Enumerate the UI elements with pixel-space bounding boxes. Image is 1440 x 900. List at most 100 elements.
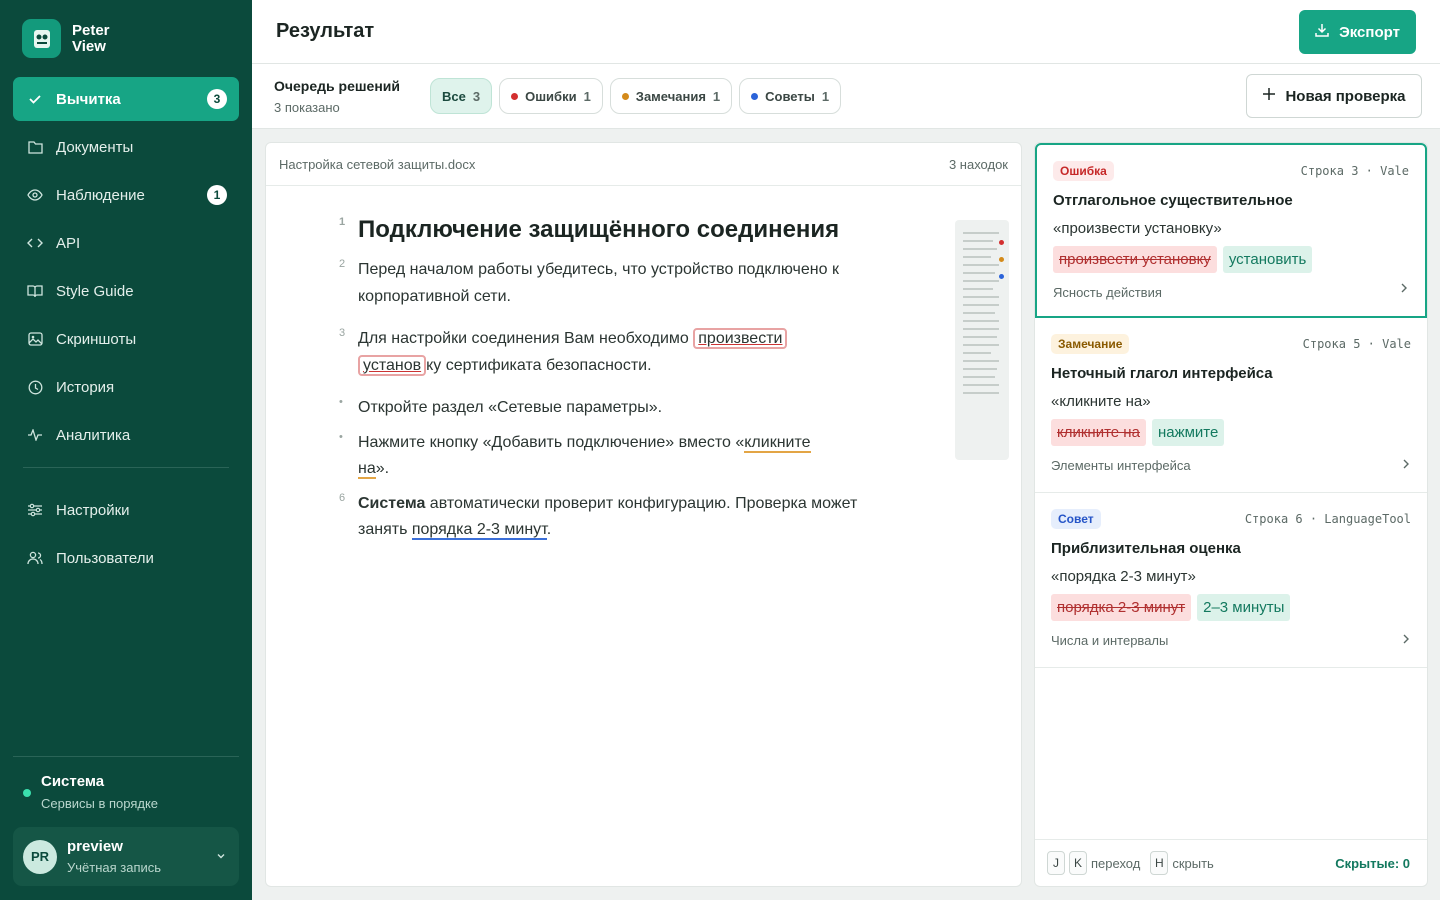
document-panel: Настройка сетевой защиты.docx 3 находок … (265, 142, 1022, 887)
system-status-text: Сервисы в порядке (41, 796, 159, 811)
line-number: 1 (339, 216, 346, 228)
minimap-line (963, 352, 991, 354)
minimap-line (963, 328, 999, 330)
queue-bar: Очередь решений 3 показано Все 3 Ошибки … (252, 64, 1440, 129)
chevron-down-icon (215, 849, 227, 867)
export-label: Экспорт (1339, 23, 1400, 41)
sidebar-item-users[interactable]: Пользователи (13, 536, 239, 580)
sidebar-item-history[interactable]: История (13, 365, 239, 409)
minimap-line (963, 280, 999, 282)
line-number: 6 (339, 491, 346, 504)
new-check-button[interactable]: Новая проверка (1246, 74, 1422, 118)
system-status: Система Сервисы в порядке (13, 756, 239, 811)
minimap-marker (999, 257, 1004, 262)
key-h: H (1150, 851, 1169, 875)
suggestion-row: кликните на нажмите (1051, 419, 1411, 446)
error-highlight[interactable]: установ (358, 354, 427, 376)
sidebar-item-proofreading[interactable]: Вычитка 3 (13, 77, 239, 121)
filter-all[interactable]: Все 3 (430, 78, 493, 114)
queue-count: 3 показано (274, 100, 340, 115)
chevron-right-icon[interactable] (1401, 632, 1411, 650)
severity-badge: Замечание (1051, 334, 1130, 354)
issue-card[interactable]: Замечание Строка 5 · Vale Неточный глаго… (1035, 318, 1427, 493)
issues-panel: Ошибка Строка 3 · Vale Отглагольное суще… (1034, 142, 1428, 887)
minimap-line (963, 264, 999, 266)
filter-warnings[interactable]: Замечания 1 (609, 78, 733, 114)
sidebar-item-monitoring[interactable]: Наблюдение 1 (13, 173, 239, 217)
queue-title: Очередь решений (274, 78, 400, 94)
minimap-line (963, 256, 991, 258)
document-minimap[interactable] (955, 220, 1009, 460)
minimap-marker (999, 274, 1004, 279)
tip-highlight[interactable]: порядка 2-3 минут (411, 521, 547, 540)
key-j: J (1047, 851, 1065, 875)
filter-tips[interactable]: Советы 1 (739, 78, 842, 114)
brand-logo-icon (22, 19, 61, 58)
issue-meta: Строка 5 · Vale (1302, 337, 1411, 351)
sidebar-item-screenshots[interactable]: Скриншоты (13, 317, 239, 361)
brand[interactable]: Peter View (22, 19, 132, 58)
account-switcher[interactable]: PR preview Учётная запись (13, 827, 239, 886)
export-button[interactable]: Экспорт (1299, 10, 1416, 54)
book-icon (27, 283, 43, 299)
sidebar-item-label: Документы (56, 138, 134, 156)
filter-errors[interactable]: Ошибки 1 (499, 78, 603, 114)
document-body[interactable]: 1 Подключение защищённого соединения 2 П… (339, 215, 898, 560)
issue-quote: «произвести установку» (1053, 220, 1222, 237)
chevron-right-icon[interactable] (1399, 281, 1409, 299)
sidebar-item-style-guide[interactable]: Style Guide (13, 269, 239, 313)
original-text: порядка 2-3 минут (1051, 594, 1192, 621)
filter-label: Все (442, 88, 466, 104)
sidebar-item-documents[interactable]: Документы (13, 125, 239, 169)
issue-category: Ясность действия (1053, 285, 1162, 300)
code-icon (27, 235, 43, 251)
sidebar-nav: Вычитка 3 Документы Наблюдение 1 API Sty… (13, 77, 239, 584)
account-name: preview (67, 838, 123, 855)
doc-text: ку сертификата безопасности. (426, 356, 652, 374)
shortcut-label: скрыть (1172, 855, 1214, 871)
doc-line: • Откройте раздел «Сетевые параметры». (339, 395, 898, 422)
suggestion-row: порядка 2-3 минут 2–3 минуты (1051, 594, 1411, 621)
hidden-count-link[interactable]: Скрытые: 0 (1335, 856, 1410, 871)
findings-count: 3 находок (948, 156, 1008, 172)
doc-text: Для настройки соединения Вам необходимо (358, 330, 694, 347)
minimap-line (963, 248, 997, 250)
suggested-replacement[interactable]: установить (1222, 246, 1313, 273)
minimap-line (963, 320, 999, 322)
sidebar-item-settings[interactable]: Настройки (13, 488, 239, 532)
status-dot (23, 789, 31, 797)
chevron-right-icon[interactable] (1401, 457, 1411, 475)
document-filename: Настройка сетевой защиты.docx (279, 156, 476, 172)
minimap-line (963, 312, 995, 314)
suggested-replacement[interactable]: нажмите (1151, 419, 1225, 446)
minimap-line (963, 304, 999, 306)
sidebar-item-label: Скриншоты (56, 330, 137, 348)
issue-title: Отглагольное существительное (1053, 192, 1293, 209)
issue-quote: «кликните на» (1051, 393, 1151, 410)
document-header: Настройка сетевой защиты.docx 3 находок (266, 143, 1021, 186)
doc-line: 3 Для настройки соединения Вам необходим… (339, 326, 898, 379)
suggested-replacement[interactable]: 2–3 минуты (1197, 594, 1291, 621)
bullet-marker: • (339, 396, 343, 408)
minimap-line (963, 392, 999, 394)
issue-card[interactable]: Совет Строка 6 · LanguageTool Приблизите… (1035, 493, 1427, 668)
sidebar-item-analytics[interactable]: Аналитика (13, 413, 239, 457)
minimap-line (963, 368, 997, 370)
brand-name: Peter View (72, 21, 110, 55)
warning-highlight[interactable]: кликните (744, 433, 811, 453)
sidebar-item-label: Вычитка (56, 90, 121, 108)
sidebar-item-api[interactable]: API (13, 221, 239, 265)
filter-count: 1 (583, 88, 591, 104)
doc-text: Откройте раздел «Сетевые параметры». (358, 399, 663, 416)
filter-count: 3 (472, 88, 481, 104)
check-icon (27, 91, 43, 107)
minimap-line (963, 384, 999, 386)
error-highlight[interactable]: произвести (693, 328, 788, 349)
sidebar-item-label: Style Guide (56, 282, 134, 300)
issue-category: Элементы интерфейса (1051, 458, 1191, 473)
warning-highlight[interactable]: на (358, 460, 376, 479)
doc-line: • Нажмите кнопку «Добавить подключение» … (339, 430, 898, 483)
shortcut-footer: J K переход H скрыть Скрытые: 0 (1035, 839, 1427, 886)
issue-card[interactable]: Ошибка Строка 3 · Vale Отглагольное суще… (1035, 143, 1427, 318)
count-badge: 3 (207, 89, 227, 109)
